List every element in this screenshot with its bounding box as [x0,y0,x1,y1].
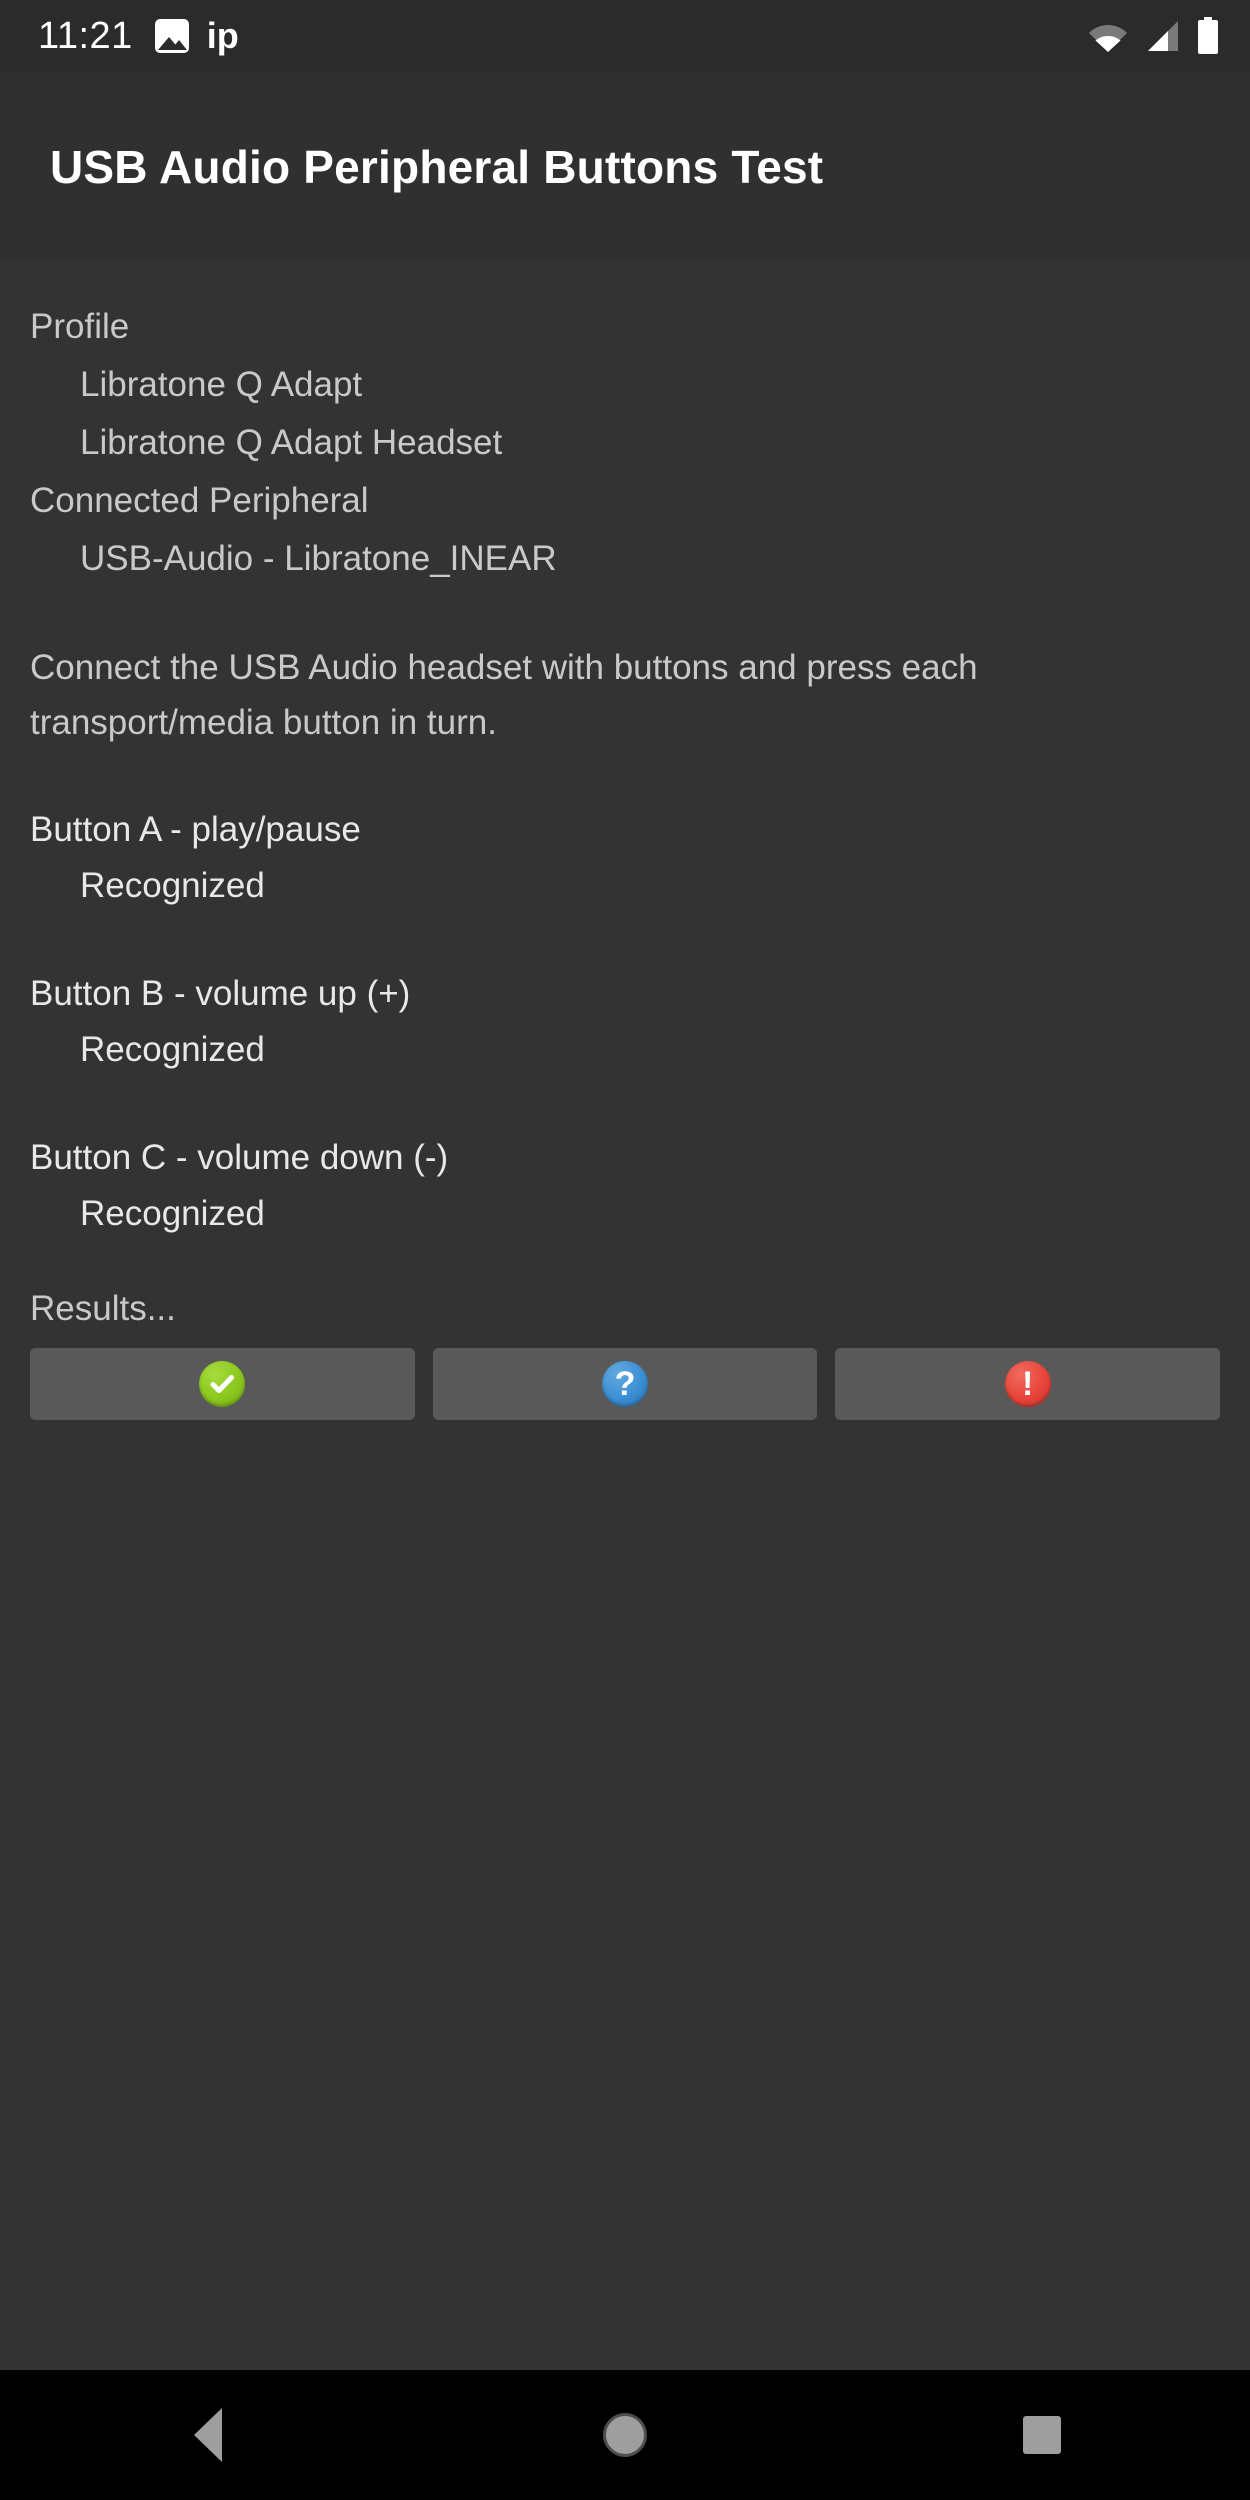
fail-button[interactable]: ! [835,1348,1221,1420]
image-icon [154,19,189,53]
check-circle-icon [199,1361,246,1407]
nav-back-button[interactable] [118,2370,298,2500]
nav-home-button[interactable] [535,2370,715,2500]
page-title: USB Audio Peripheral Buttons Test [50,141,824,193]
instructions-text: Connect the USB Audio headset with butto… [30,648,978,742]
button-a-status: Recognized [80,866,265,905]
button-b-block: Button B - volume up (+) Recognized [30,966,1220,1078]
phone-screen: 11:21 ip USB Audio Peripheral Buttons Te… [0,0,1250,2500]
button-c-status: Recognized [80,1194,265,1233]
status-bar-left: 11:21 ip [38,17,239,55]
button-a-title: Button A - play/pause [30,810,361,849]
status-notification-area: ip [154,15,239,56]
connected-peripheral-value: USB-Audio - Libratone_INEAR [80,539,557,578]
recents-icon [1022,2416,1061,2454]
status-clock: 11:21 [38,15,133,57]
connected-peripheral-label: Connected Peripheral [30,481,369,520]
info-button[interactable]: ? [432,1348,818,1420]
results-label: Results... [30,1289,176,1328]
back-icon [194,2408,223,2462]
profile-label: Profile [30,307,130,346]
app-title-bar: USB Audio Peripheral Buttons Test [0,72,1250,262]
profile-value-1: Libratone Q Adapt Headset [80,423,503,462]
button-c-title: Button C - volume down (-) [30,1138,449,1177]
main-content: Profile Libratone Q Adapt Libratone Q Ad… [0,262,1250,2370]
profile-value-0: Libratone Q Adapt [80,365,363,404]
android-navigation-bar [0,2370,1250,2500]
battery-icon [1196,17,1220,55]
pass-button[interactable] [30,1348,415,1420]
status-bar: 11:21 ip [0,0,1250,72]
alert-glyph: ! [1022,1365,1034,1403]
button-a-block: Button A - play/pause Recognized [30,802,1220,914]
alert-circle-icon: ! [1004,1361,1051,1407]
question-circle-icon: ? [602,1361,648,1407]
home-icon [602,2413,647,2457]
button-b-title: Button B - volume up (+) [30,974,411,1013]
status-bar-right [1088,17,1220,55]
cellular-signal-icon [1142,19,1182,53]
button-c-block: Button C - volume down (-) Recognized [30,1130,1220,1242]
results-button-row: ? ! [30,1348,1221,1420]
nav-recents-button[interactable] [952,2370,1132,2500]
wifi-icon [1088,19,1128,53]
button-b-status: Recognized [80,1030,265,1069]
question-glyph: ? [614,1365,636,1403]
notification-label: ip [206,15,239,56]
